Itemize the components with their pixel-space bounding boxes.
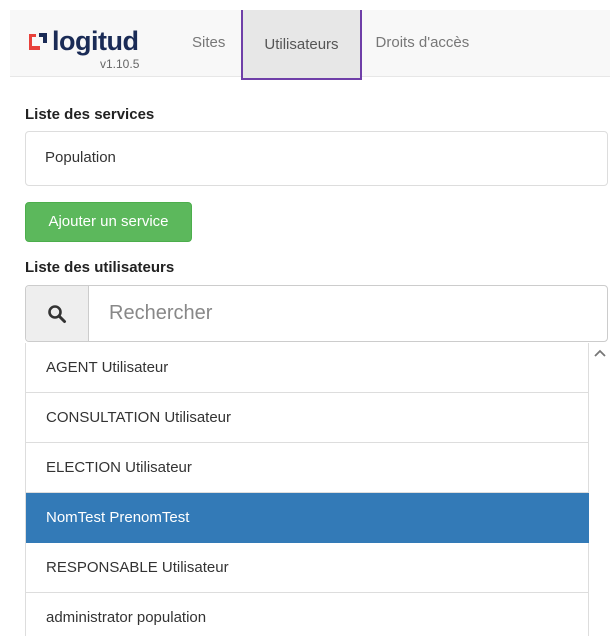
user-item-responsable[interactable]: RESPONSABLE Utilisateur (26, 543, 589, 593)
services-list: Population (25, 131, 608, 186)
add-service-button[interactable]: Ajouter un service (25, 202, 192, 242)
search-icon (48, 304, 66, 323)
logo-text: logitud (52, 26, 139, 56)
user-list-scrollbar[interactable] (589, 343, 610, 636)
user-item-consultation[interactable]: CONSULTATION Utilisateur (26, 393, 589, 443)
tab-droits-acces[interactable]: Droits d'accès (364, 10, 482, 76)
tab-sites[interactable]: Sites (180, 10, 239, 76)
tab-utilisateurs[interactable]: Utilisateurs (241, 10, 362, 80)
top-navbar: logitud v1.10.5 Sites Utilisateurs Droit… (10, 10, 610, 80)
user-item-nomtest[interactable]: NomTest PrenomTest (26, 493, 589, 543)
user-search-group (25, 285, 608, 342)
search-addon[interactable] (26, 286, 89, 341)
user-list: AGENT Utilisateur CONSULTATION Utilisate… (25, 343, 610, 636)
scroll-up-icon[interactable] (589, 343, 610, 363)
users-title: Liste des utilisateurs (25, 259, 175, 276)
brand[interactable]: logitud v1.10.5 (28, 24, 168, 74)
user-search-input[interactable] (89, 286, 607, 341)
version-label: v1.10.5 (100, 57, 140, 71)
services-title: Liste des services (25, 106, 155, 123)
user-item-administrator[interactable]: administrator population (26, 593, 589, 636)
service-item-population[interactable]: Population (45, 149, 116, 166)
logitud-logo-icon (29, 33, 47, 50)
main-nav: Sites Utilisateurs Droits d'accès (180, 10, 482, 80)
user-item-agent[interactable]: AGENT Utilisateur (26, 343, 589, 393)
user-item-election[interactable]: ELECTION Utilisateur (26, 443, 589, 493)
